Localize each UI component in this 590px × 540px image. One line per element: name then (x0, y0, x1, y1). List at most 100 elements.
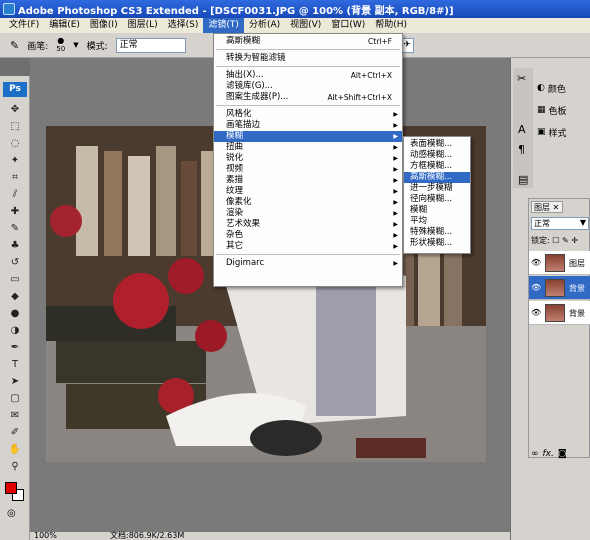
blur-submenu-item[interactable]: 表面模糊... (404, 139, 470, 150)
character-icon[interactable]: A (518, 123, 526, 136)
notes-tool-icon[interactable]: ✉ (7, 408, 23, 422)
lock-transparency-icon[interactable]: ☐ (550, 236, 559, 245)
blur-submenu-item[interactable]: 平均 (404, 216, 470, 227)
menu-item[interactable]: 帮助(H) (370, 18, 412, 33)
menu-item[interactable]: 选择(S) (163, 18, 204, 33)
blur-submenu-item[interactable]: 形状模糊... (404, 238, 470, 249)
shape-tool-icon[interactable]: ▢ (7, 391, 23, 405)
filter-menu-item[interactable]: 模糊 ▶ (214, 131, 402, 142)
healing-brush-icon[interactable]: ✚ (7, 204, 23, 218)
lock-pixels-icon[interactable]: ✎ (559, 236, 569, 245)
menu-item[interactable]: 编辑(E) (44, 18, 85, 33)
panel-swatches[interactable]: ▦ 色板 (537, 102, 587, 118)
paragraph-icon[interactable]: ¶ (518, 143, 525, 156)
blur-submenu-item[interactable]: 方框模糊... (404, 161, 470, 172)
menu-bar: 文件(F) 编辑(E) 图像(I) 图层(L) 选择(S) 滤镜(T) 分析(A) 视图(V)… (0, 18, 590, 33)
eraser-tool-icon[interactable]: ▭ (7, 272, 23, 286)
filter-menu-item[interactable]: Digimarc ▶ (214, 258, 402, 269)
menu-item-label: 动感模糊... (410, 150, 453, 160)
filter-menu-item[interactable]: 转换为智能滤镜 (214, 53, 402, 64)
menu-item-label: 表面模糊... (410, 139, 453, 149)
filter-menu-item[interactable]: 滤镜库(G)... (214, 81, 402, 92)
eye-icon[interactable]: 👁 (531, 258, 541, 267)
menu-item[interactable]: 分析(A) (244, 18, 285, 33)
eye-icon[interactable]: 👁 (531, 283, 541, 292)
blur-submenu-item[interactable]: 特殊模糊... (404, 227, 470, 238)
brush-preset-picker[interactable]: ● 50 (56, 37, 65, 54)
eyedropper-icon[interactable]: ✐ (7, 425, 23, 439)
filter-menu-item[interactable]: 艺术效果 ▶ (214, 219, 402, 230)
type-tool-icon[interactable]: T (7, 357, 23, 371)
brush-dropdown-icon[interactable]: ▼ (73, 41, 78, 49)
panel-styles[interactable]: ▣ 样式 (537, 124, 587, 140)
quick-mask-icon[interactable]: ◎ (7, 508, 16, 519)
move-tool-icon[interactable]: ✥ (7, 102, 23, 116)
tab-layers[interactable]: 图层 ✕ (531, 201, 563, 213)
hand-tool-icon[interactable]: ✋ (7, 442, 23, 456)
filter-menu-item[interactable]: 风格化 ▶ (214, 109, 402, 120)
menu-item[interactable]: 图层(L) (123, 18, 163, 33)
close-icon[interactable]: ✕ (550, 203, 560, 212)
menu-item-label: 图案生成器(P)... (226, 92, 289, 102)
history-brush-icon[interactable]: ↺ (7, 255, 23, 269)
zoom-tool-icon[interactable]: ⚲ (7, 459, 23, 473)
ps-logo: Ps (3, 82, 27, 97)
blur-submenu-item[interactable]: 动感模糊... (404, 150, 470, 161)
zoom-level[interactable]: 100% (34, 532, 57, 540)
filter-menu-item[interactable]: 画笔描边 ▶ (214, 120, 402, 131)
brush-tool-icon[interactable]: ✎ (10, 39, 19, 52)
panel-color[interactable]: ◐ 颜色 (537, 80, 587, 96)
lock-position-icon[interactable]: ✛ (569, 236, 578, 245)
slice-tool-icon[interactable]: ⫽ (7, 187, 23, 201)
marquee-tool-icon[interactable]: ⬚ (7, 119, 23, 133)
filter-menu-item[interactable]: 素描 ▶ (214, 175, 402, 186)
menu-item[interactable]: 文件(F) (4, 18, 44, 33)
crop-tool-icon[interactable]: ⌗ (7, 170, 23, 184)
blur-submenu-item[interactable]: 高斯模糊... (404, 172, 470, 183)
navigator-icon[interactable]: ✂ (517, 72, 526, 85)
mode-select[interactable]: 正常 (115, 37, 186, 53)
layer-row[interactable]: 👁 背景 (529, 276, 590, 300)
menu-item[interactable]: 窗口(W) (326, 18, 370, 33)
layer-row[interactable]: 👁 图层 (529, 251, 590, 275)
menu-item[interactable]: 视图(V) (285, 18, 326, 33)
filter-menu-item[interactable]: 高斯模糊 Ctrl+F (214, 36, 402, 47)
filter-menu-item[interactable]: 图案生成器(P)... Alt+Shift+Ctrl+X (214, 92, 402, 103)
layers-footer: ∞ fx. ◙ (531, 449, 567, 459)
filter-menu-item[interactable]: 其它 ▶ (214, 241, 402, 252)
blur-submenu-item[interactable]: 模糊 (404, 205, 470, 216)
layer-mask-icon[interactable]: ◙ (558, 449, 567, 459)
paint-bucket-icon[interactable]: ◆ (7, 289, 23, 303)
fx-icon[interactable]: fx. (543, 449, 554, 459)
foreground-color-swatch[interactable] (5, 482, 17, 494)
filter-menu-item[interactable]: 像素化 ▶ (214, 197, 402, 208)
filter-menu-item[interactable]: 扭曲 ▶ (214, 142, 402, 153)
brush-tool-icon[interactable]: ✎ (7, 221, 23, 235)
dodge-tool-icon[interactable]: ◑ (7, 323, 23, 337)
path-select-icon[interactable]: ➤ (7, 374, 23, 388)
layer-row[interactable]: 👁 背景 (529, 301, 590, 325)
lasso-tool-icon[interactable]: ◌ (7, 136, 23, 150)
menu-item[interactable]: 滤镜(T) (203, 18, 244, 33)
blur-tool-icon[interactable]: ● (7, 306, 23, 320)
notes-icon[interactable]: ▤ (518, 173, 528, 186)
filter-menu-item[interactable]: 纹理 ▶ (214, 186, 402, 197)
menu-item-label: 模糊 (410, 205, 428, 215)
filter-menu-item[interactable]: 杂色 ▶ (214, 230, 402, 241)
swatches-grid-icon: ▦ (537, 105, 546, 115)
filter-menu-item[interactable]: 渲染 ▶ (214, 208, 402, 219)
filter-menu-item[interactable]: 抽出(X)... Alt+Ctrl+X (214, 70, 402, 81)
menu-item[interactable]: 图像(I) (85, 18, 123, 33)
link-layers-icon[interactable]: ∞ (531, 449, 539, 459)
filter-menu-item[interactable]: 视频 ▶ (214, 164, 402, 175)
clone-stamp-icon[interactable]: ♣ (7, 238, 23, 252)
quick-select-icon[interactable]: ✦ (7, 153, 23, 167)
menu-shortcut: Alt+Shift+Ctrl+X (327, 93, 392, 102)
eye-icon[interactable]: 👁 (531, 308, 541, 317)
pen-tool-icon[interactable]: ✒ (7, 340, 23, 354)
filter-menu-item[interactable]: 锐化 ▶ (214, 153, 402, 164)
blur-submenu-item[interactable]: 径向模糊... (404, 194, 470, 205)
blur-submenu-item[interactable]: 进一步模糊 (404, 183, 470, 194)
menu-item-label: 像素化 (226, 197, 252, 207)
blend-mode-select[interactable]: 正常 ▼ (531, 217, 589, 230)
